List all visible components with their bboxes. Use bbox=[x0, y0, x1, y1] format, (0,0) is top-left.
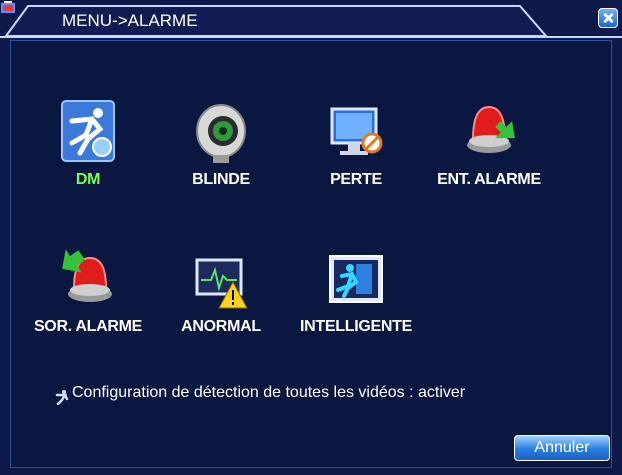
menu-item-label: SOR. ALARME bbox=[33, 318, 143, 335]
alarm-menu-window: MENU->ALARME DM BLINDE PERTE ENT. ALARME… bbox=[0, 0, 622, 475]
motion-detect-icon bbox=[61, 100, 115, 162]
menu-item-label: ENT. ALARME bbox=[437, 171, 541, 188]
menu-item-label: ANORMAL bbox=[181, 318, 261, 335]
menu-item-label: INTELLIGENTE bbox=[300, 318, 412, 335]
status-runner-icon bbox=[55, 390, 69, 405]
menu-item-ent-alarme[interactable]: ENT. ALARME bbox=[429, 99, 549, 219]
video-loss-icon bbox=[330, 107, 383, 155]
status-text: Configuration de détection de toutes les… bbox=[72, 384, 466, 401]
close-button[interactable] bbox=[598, 8, 618, 28]
menu-item-label: BLINDE bbox=[192, 171, 250, 188]
menu-item-dm[interactable]: DM bbox=[28, 99, 148, 219]
alarm-input-icon bbox=[467, 105, 515, 153]
alarm-panel: DM BLINDE PERTE ENT. ALARME SOR. ALARME … bbox=[10, 40, 612, 468]
camera-blind-icon bbox=[196, 104, 246, 163]
menu-item-label: DM bbox=[75, 171, 101, 188]
title-bar: MENU->ALARME bbox=[0, 0, 622, 38]
menu-item-intelligente[interactable]: INTELLIGENTE bbox=[296, 246, 416, 366]
abnormal-icon bbox=[195, 258, 248, 309]
menu-item-perte[interactable]: PERTE bbox=[296, 99, 416, 219]
alarm-output-icon bbox=[62, 249, 112, 302]
menu-icon bbox=[1, 1, 15, 13]
window-title: MENU->ALARME bbox=[62, 11, 198, 30]
menu-item-sor-alarme[interactable]: SOR. ALARME bbox=[28, 246, 148, 366]
menu-item-blinde[interactable]: BLINDE bbox=[161, 99, 281, 219]
menu-item-label: PERTE bbox=[330, 171, 382, 188]
intelligent-icon bbox=[329, 255, 383, 303]
cancel-button[interactable]: Annuler bbox=[514, 435, 610, 461]
menu-item-anormal[interactable]: ANORMAL bbox=[161, 246, 281, 366]
